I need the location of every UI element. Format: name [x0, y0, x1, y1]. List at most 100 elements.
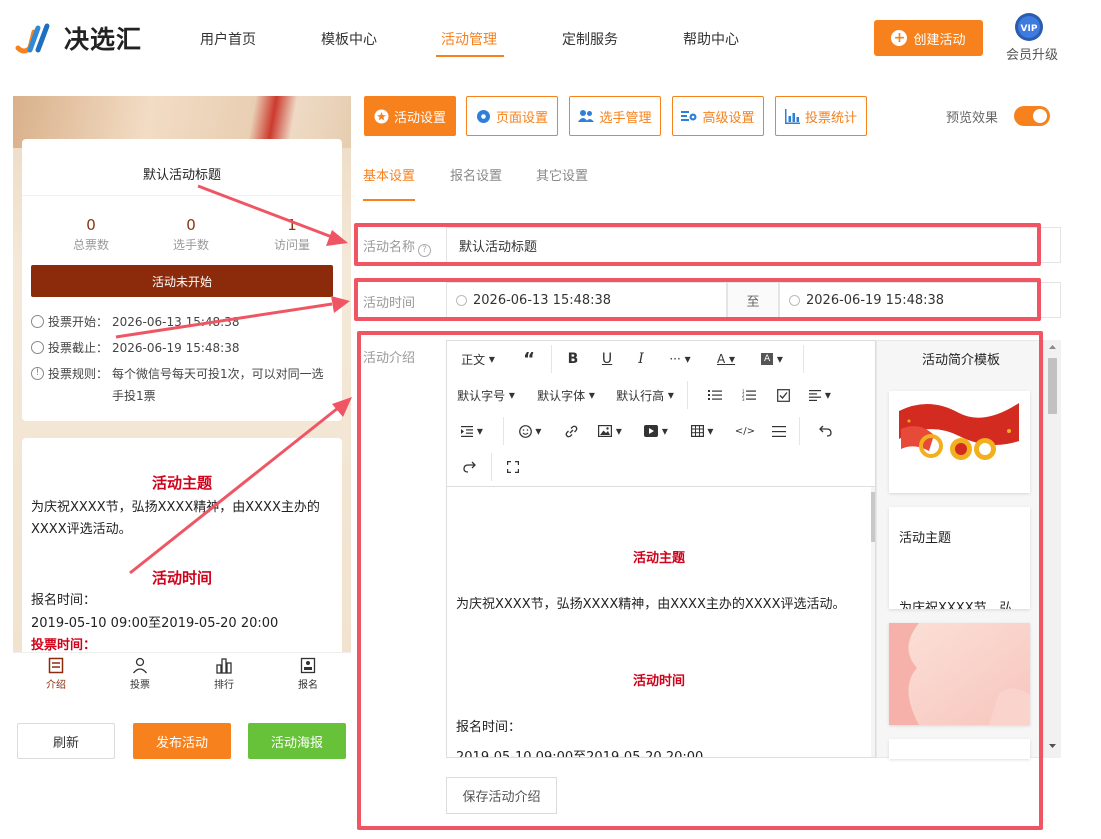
template-card-partial[interactable] [889, 739, 1030, 759]
subtab-basic-settings[interactable]: 基本设置 [363, 165, 415, 184]
stat-label: 选手数 [172, 238, 209, 252]
tab-signup[interactable]: 报名 [278, 657, 338, 691]
italic-icon[interactable]: I [629, 347, 653, 371]
intro-vote-time-label: 投票时间： [31, 638, 97, 652]
preview-tab-bar: 介绍 投票 排行 报名 [13, 652, 351, 696]
publish-activity-button[interactable]: 发布活动 [133, 723, 231, 759]
font-color-icon[interactable]: A ▾ [712, 347, 740, 371]
contestant-management-button[interactable]: 选手管理 [569, 96, 661, 136]
template-panel-scrollbar[interactable] [1044, 340, 1061, 758]
font-family-dropdown[interactable]: 默认字体 ▾ [535, 383, 597, 407]
image-dropdown[interactable]: ▾ [595, 419, 625, 443]
activity-poster-button[interactable]: 活动海报 [248, 723, 346, 759]
background-color-icon[interactable]: A ▾ [758, 347, 786, 371]
editor-time-heading: 活动时间 [632, 674, 685, 689]
gear-icon [476, 109, 490, 123]
tab-label: 介绍 [46, 680, 66, 691]
activity-settings-button[interactable]: 活动设置 [364, 96, 456, 136]
line-height-dropdown[interactable]: 默认行高 ▾ [614, 383, 676, 407]
scrollbar-thumb[interactable] [871, 492, 875, 542]
vote-rule-value: 每个微信号每天可投1次，可以对同一选手投1票 [112, 367, 324, 403]
activity-name-input[interactable]: 默认活动标题 [446, 227, 1061, 263]
tab-intro[interactable]: 介绍 [26, 657, 86, 691]
paragraph-format-dropdown[interactable]: 正文 ▾ [455, 347, 501, 371]
more-styles-dropdown[interactable]: ··· ▾ [665, 347, 695, 371]
advanced-settings-button[interactable]: 高级设置 [672, 96, 764, 136]
font-family-label: 默认字体 [537, 388, 586, 403]
vip-badge-icon[interactable]: VIP [1014, 12, 1044, 42]
nav-custom-service[interactable]: 定制服务 [562, 29, 618, 49]
help-icon[interactable]: ? [418, 244, 432, 257]
page-settings-button[interactable]: 页面设置 [466, 96, 558, 136]
template-card-theme-text[interactable]: 活动主题 为庆祝XXXX节，弘 [889, 507, 1030, 609]
indent-dropdown[interactable]: ▾ [457, 419, 487, 443]
vote-start-label: 投票开始： [48, 315, 109, 329]
preview-effect-label: 预览效果 [946, 111, 999, 126]
editor-theme-heading: 活动主题 [632, 551, 685, 566]
preview-effect-toggle[interactable] [1014, 106, 1050, 126]
vote-start-value: 2026-06-13 15:48:38 [112, 315, 240, 329]
tool-label: 活动设置 [393, 110, 446, 126]
undo-icon[interactable] [813, 419, 837, 443]
nav-user-home[interactable]: 用户首页 [200, 29, 256, 49]
redo-icon[interactable] [457, 455, 481, 479]
editor-scrollbar[interactable] [871, 487, 875, 757]
document-icon [48, 657, 64, 674]
subtab-other-settings[interactable]: 其它设置 [536, 165, 588, 184]
save-intro-button[interactable]: 保存活动介绍 [446, 777, 557, 814]
preview-activity-title: 默认活动标题 [142, 168, 221, 183]
quote-icon[interactable]: “ [517, 347, 541, 371]
align-dropdown[interactable]: ▾ [805, 383, 835, 407]
member-upgrade-link[interactable]: 会员升级 [1006, 44, 1058, 63]
bold-icon[interactable]: B [561, 347, 585, 371]
vote-end-row: 投票截止： 2026-06-19 15:48:38 [31, 337, 239, 359]
tab-ranking[interactable]: 排行 [194, 657, 254, 691]
user-icon [132, 657, 148, 674]
bullet-list-icon[interactable] [703, 383, 727, 407]
vote-rule-label: 投票规则： [48, 367, 109, 381]
editor-signup-label: 报名时间： [456, 720, 522, 735]
intro-signup-label: 报名时间： [31, 593, 97, 608]
refresh-button[interactable]: 刷新 [17, 723, 115, 759]
intro-theme-text: 为庆祝XXXX节，弘扬XXXX精神，由XXXX主办的XXXX评选活动。 [31, 500, 320, 537]
vote-end-label: 投票截止： [48, 341, 109, 355]
divider-line-icon[interactable] [767, 419, 791, 443]
video-dropdown[interactable]: ▾ [641, 419, 671, 443]
font-size-dropdown[interactable]: 默认字号 ▾ [455, 383, 517, 407]
tab-vote[interactable]: 投票 [110, 657, 170, 691]
nav-activity-management[interactable]: 活动管理 [441, 29, 497, 49]
signup-icon [300, 657, 316, 674]
time-range-separator: 至 [727, 282, 779, 318]
clock-icon [789, 294, 800, 306]
stat-label: 访问量 [273, 238, 310, 252]
numbered-list-icon[interactable]: 123 [737, 383, 761, 407]
create-activity-button[interactable]: + 创建活动 [874, 20, 983, 56]
nav-help-center[interactable]: 帮助中心 [683, 29, 739, 49]
end-time-input[interactable]: 2026-06-19 15:48:38 [779, 282, 1061, 318]
plus-icon: + [891, 30, 908, 46]
fullscreen-icon[interactable] [501, 455, 525, 479]
scrollbar-arrows-icon [1049, 345, 1056, 748]
subtab-signup-settings[interactable]: 报名设置 [450, 165, 502, 184]
template-card-celebration[interactable] [889, 391, 1030, 493]
toolbar-separator [491, 453, 492, 481]
underline-icon[interactable]: U [595, 347, 619, 371]
emoji-dropdown[interactable]: ▾ [515, 419, 545, 443]
toolbar-separator [803, 345, 804, 373]
nav-template-center[interactable]: 模板中心 [321, 29, 377, 49]
activity-name-label: 活动名称? [363, 236, 432, 257]
vote-end-value: 2026-06-19 15:48:38 [112, 341, 240, 355]
editor-content-area[interactable]: 活动主题 为庆祝XXXX节，弘扬XXXX精神，由XXXX主办的XXXX评选活动。… [447, 487, 875, 757]
start-time-input[interactable]: 2026-06-13 15:48:38 [446, 282, 727, 318]
table-dropdown[interactable]: ▾ [687, 419, 717, 443]
checkbox-list-icon[interactable] [771, 383, 795, 407]
activity-intro-card: 活动主题 为庆祝XXXX节，弘扬XXXX精神，由XXXX主办的XXXX评选活动。… [22, 438, 342, 652]
svg-text:3: 3 [742, 397, 745, 401]
intro-time-heading: 活动时间 [151, 569, 212, 587]
subtab-active-indicator [363, 199, 415, 201]
link-icon[interactable] [559, 419, 583, 443]
template-card-pink[interactable] [889, 623, 1030, 725]
code-icon[interactable]: </> [733, 419, 757, 443]
vote-statistics-button[interactable]: 投票统计 [775, 96, 867, 136]
create-activity-label: 创建活动 [913, 32, 966, 48]
